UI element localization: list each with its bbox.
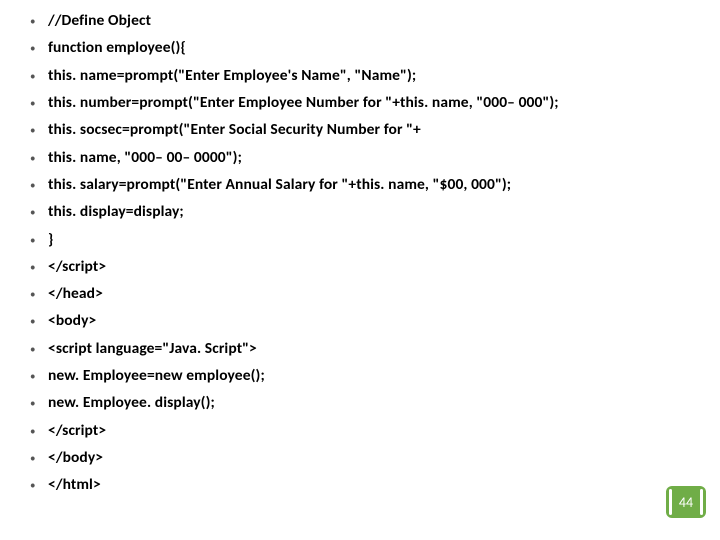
- slide-content: • //Define Object • function employee(){…: [0, 0, 720, 514]
- code-line: </script>: [48, 258, 106, 276]
- list-item: • function employee(){: [30, 39, 710, 57]
- code-line: new. Employee=new employee();: [48, 367, 265, 385]
- page-number-badge: 44: [666, 486, 706, 518]
- bullet-icon: •: [30, 340, 48, 357]
- list-item: • </body>: [30, 449, 710, 467]
- list-item: • this. name, "000– 00– 0000");: [30, 149, 710, 167]
- code-line: //Define Object: [48, 12, 151, 30]
- bullet-icon: •: [30, 449, 48, 466]
- code-line: this. number=prompt("Enter Employee Numb…: [48, 94, 559, 112]
- bullet-icon: •: [30, 231, 48, 248]
- code-line: <script language="Java. Script">: [48, 340, 257, 358]
- code-line: this. display=display;: [48, 203, 184, 221]
- list-item: • <body>: [30, 312, 710, 330]
- page-number: 44: [679, 494, 693, 511]
- list-item: • this. number=prompt("Enter Employee Nu…: [30, 94, 710, 112]
- bullet-icon: •: [30, 121, 48, 138]
- list-item: • new. Employee. display();: [30, 394, 710, 412]
- code-line: new. Employee. display();: [48, 394, 215, 412]
- list-item: • this. name=prompt("Enter Employee's Na…: [30, 67, 710, 85]
- code-line: </script>: [48, 422, 106, 440]
- list-item: • </script>: [30, 258, 710, 276]
- list-item: • this. socsec=prompt("Enter Social Secu…: [30, 121, 710, 139]
- code-line: </head>: [48, 285, 103, 303]
- bullet-icon: •: [30, 67, 48, 84]
- bullet-icon: •: [30, 203, 48, 220]
- code-line: <body>: [48, 312, 96, 330]
- code-line: this. socsec=prompt("Enter Social Securi…: [48, 121, 421, 139]
- code-line: function employee(){: [48, 39, 186, 57]
- list-item: • //Define Object: [30, 12, 710, 30]
- code-line: </body>: [48, 449, 103, 467]
- list-item: • </html>: [30, 476, 710, 494]
- bullet-icon: •: [30, 39, 48, 56]
- list-item: • <script language="Java. Script">: [30, 340, 710, 358]
- bullet-icon: •: [30, 94, 48, 111]
- bullet-icon: •: [30, 176, 48, 193]
- bullet-icon: •: [30, 476, 48, 493]
- bullet-icon: •: [30, 367, 48, 384]
- list-item: • </script>: [30, 422, 710, 440]
- code-line: </html>: [48, 476, 101, 494]
- list-item: • new. Employee=new employee();: [30, 367, 710, 385]
- code-line: }: [48, 231, 53, 249]
- bullet-icon: •: [30, 394, 48, 411]
- bullet-icon: •: [30, 422, 48, 439]
- list-item: • </head>: [30, 285, 710, 303]
- code-line: this. salary=prompt("Enter Annual Salary…: [48, 176, 511, 194]
- bullet-icon: •: [30, 312, 48, 329]
- list-item: • this. salary=prompt("Enter Annual Sala…: [30, 176, 710, 194]
- code-line: this. name, "000– 00– 0000");: [48, 149, 242, 167]
- code-line: this. name=prompt("Enter Employee's Name…: [48, 67, 416, 85]
- bullet-icon: •: [30, 258, 48, 275]
- bullet-icon: •: [30, 12, 48, 29]
- bullet-icon: •: [30, 285, 48, 302]
- bullet-icon: •: [30, 149, 48, 166]
- list-item: • this. display=display;: [30, 203, 710, 221]
- list-item: • }: [30, 231, 710, 249]
